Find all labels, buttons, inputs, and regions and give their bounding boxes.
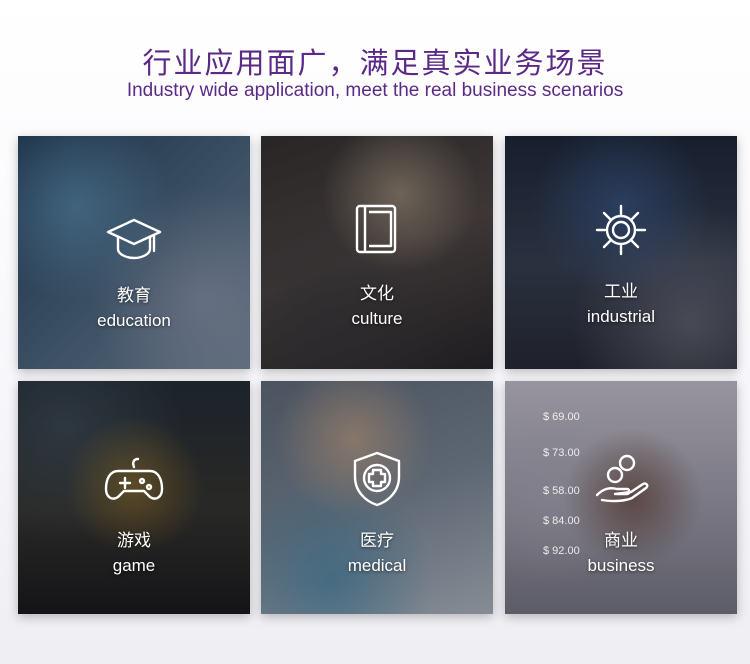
price-label: $ 58.00 — [543, 485, 580, 497]
tile-label-cn: 商业 — [604, 531, 638, 551]
tile-label-en: business — [587, 556, 655, 575]
tile-label-en: game — [112, 556, 156, 575]
book-icon — [347, 200, 407, 260]
price-label: $ 69.00 — [543, 411, 580, 423]
tile-label-cn: 教育 — [117, 286, 151, 306]
tile-label-en: medical — [347, 556, 407, 575]
tile-label-cn: 游戏 — [117, 531, 151, 551]
page-subtitle: Industry wide application, meet the real… — [126, 80, 624, 101]
tile-game[interactable]: 游戏 game — [18, 381, 250, 614]
tile-label-cn: 文化 — [360, 284, 394, 304]
tile-label-en: culture — [351, 309, 403, 328]
price-label: $ 73.00 — [543, 447, 580, 459]
tile-label-cn: 工业 — [604, 282, 638, 302]
gamepad-icon — [104, 451, 164, 511]
page-title: 行业应用面广，满足真实业务场景 — [142, 46, 608, 80]
tile-label-en: industrial — [586, 307, 656, 326]
coin-hand-icon — [591, 451, 651, 511]
tile-education[interactable]: 教育 education — [18, 136, 250, 369]
graduation-cap-icon — [104, 210, 164, 270]
tile-culture[interactable]: 文化 culture — [261, 136, 493, 369]
gear-icon — [591, 200, 651, 260]
tile-industrial[interactable]: 工业 industrial — [505, 136, 737, 369]
tile-label-cn: 医疗 — [360, 531, 394, 551]
tile-medical[interactable]: 医疗 medical — [261, 381, 493, 614]
tile-label-en: education — [97, 311, 171, 330]
medical-shield-icon — [347, 449, 407, 509]
tile-business[interactable]: $ 69.00 $ 73.00 $ 58.00 $ 84.00 $ 92.00 … — [505, 381, 737, 614]
